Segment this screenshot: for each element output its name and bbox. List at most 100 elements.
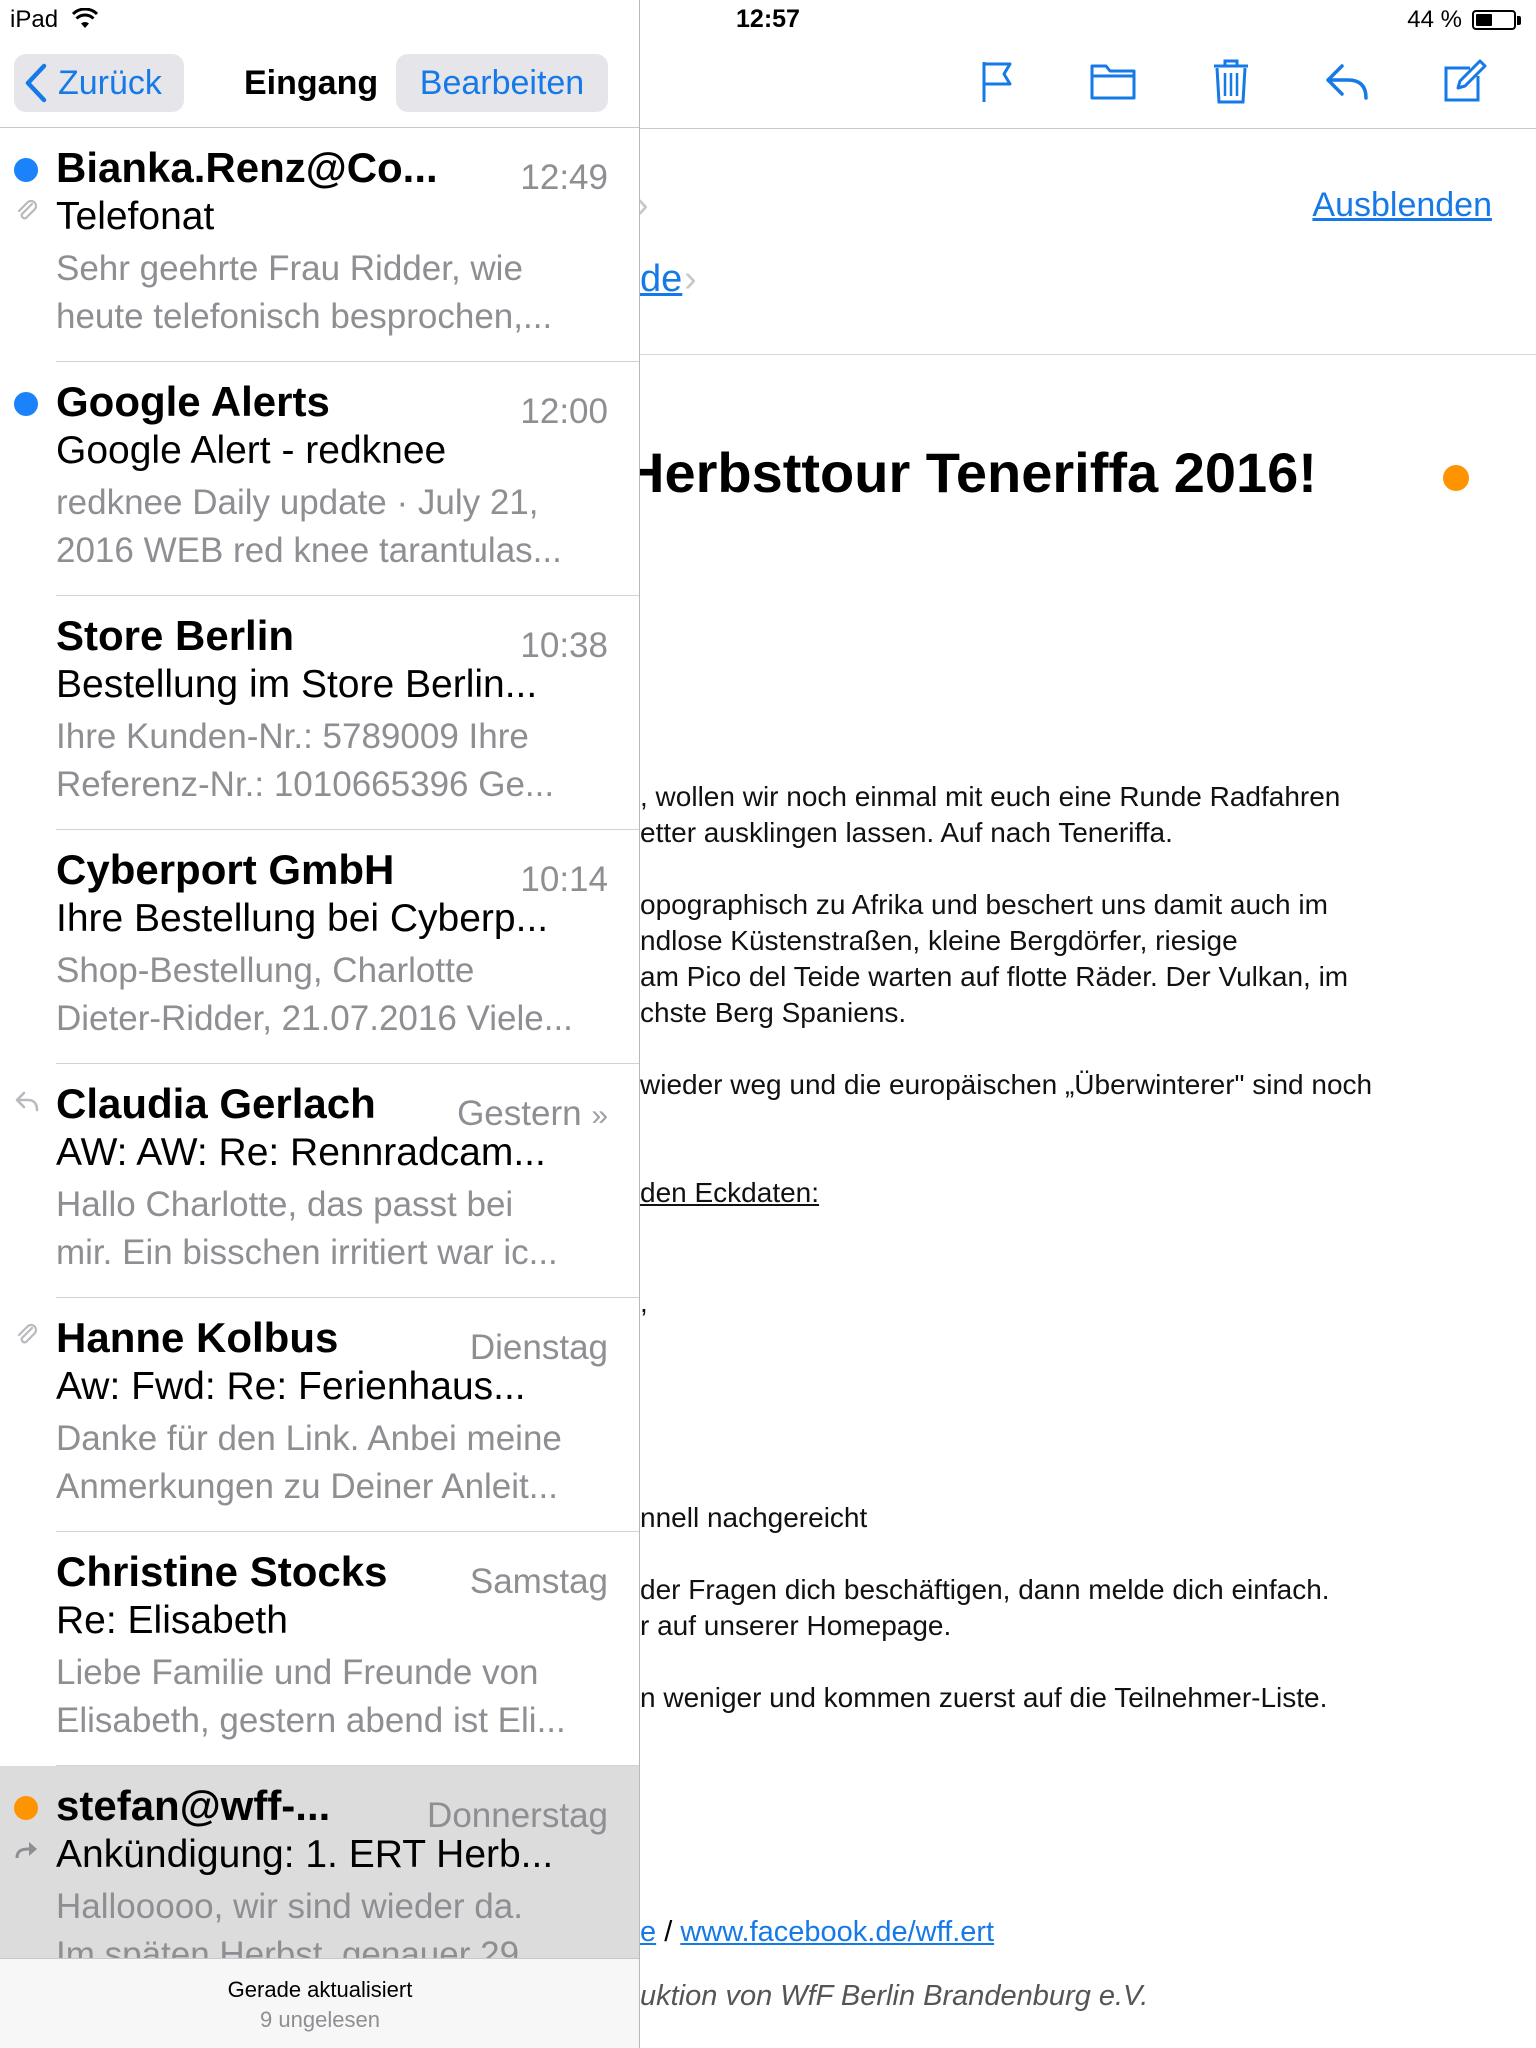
thread-chevron-icon: » — [591, 1099, 608, 1132]
chevron-right-icon[interactable]: › — [684, 258, 697, 301]
mail-list-item[interactable]: Google Alerts 12:00 Google Alert - redknee… — [0, 362, 639, 596]
chevron-left-icon — [25, 63, 47, 103]
mail-preview-line: Sehr geehrte Frau Ridder, wie — [56, 249, 523, 288]
mail-list-item[interactable]: Christine Stocks Samstag Re: Elisabeth Lieb… — [0, 1532, 639, 1766]
mail-preview-line: Dieter-Ridder, 21.07.2016 Viele... — [56, 999, 573, 1038]
mail-time-label: Gestern — [457, 1094, 582, 1133]
mail-time-label: 10:38 — [520, 626, 608, 665]
forwarded-icon — [14, 1836, 40, 1862]
mail-preview-line: Shop-Bestellung, Charlotte — [56, 951, 475, 990]
mail-preview: Sehr geehrte Frau Ridder, wie heute telef… — [56, 245, 616, 341]
mail-list-item[interactable]: Cyberport GmbH 10:14 Ihre Bestellung bei C… — [0, 830, 639, 1064]
status-bar: iPad 12:57 44 % — [0, 0, 1536, 40]
mail-time: 12:00 — [520, 392, 608, 432]
mail-time: Samstag — [470, 1562, 608, 1602]
mail-time-label: Donnerstag — [427, 1796, 608, 1835]
mail-preview: Danke für den Link. Anbei meine Anmerkung… — [56, 1415, 616, 1511]
mail-subject: Bestellung im Store Berlin... — [56, 663, 538, 706]
mail-preview-line: Danke für den Link. Anbei meine — [56, 1419, 562, 1458]
body-line: r auf unserer Homepage. — [640, 1610, 952, 1641]
paperclip-icon — [14, 1322, 40, 1348]
mail-preview-line: Liebe Familie und Freunde von — [56, 1653, 539, 1692]
body-line: den Eckdaten: — [640, 1177, 820, 1208]
mail-subject: Google Alert - redknee — [56, 429, 447, 472]
body-line: wieder weg und die europäischen „Überwin… — [640, 1069, 1373, 1100]
mail-time-label: 10:14 — [520, 860, 608, 899]
mail-sender: Claudia Gerlach — [56, 1080, 376, 1127]
link-separator: / — [656, 1916, 681, 1948]
mail-preview-line: heute telefonisch besprochen,... — [56, 297, 553, 336]
message-detail-pane: › Ausblenden de › Herbsttour Teneriffa 2… — [640, 0, 1536, 2048]
body-line: am Pico del Teide warten auf flotte Räde… — [640, 961, 1349, 992]
flag-icon[interactable] — [974, 56, 1024, 106]
mail-time: 10:14 — [520, 860, 608, 900]
body-line: , — [640, 1287, 648, 1318]
battery-percent: 44 % — [1407, 6, 1462, 33]
mail-list-item[interactable]: Claudia Gerlach Gestern » AW: AW: Re: Renn… — [0, 1064, 639, 1298]
homepage-link[interactable]: e — [640, 1916, 656, 1948]
compose-icon[interactable] — [1440, 56, 1490, 106]
replied-icon — [14, 1088, 40, 1114]
facebook-link[interactable]: www.facebook.de/wff.ert — [680, 1916, 994, 1948]
trash-icon[interactable] — [1206, 56, 1256, 106]
mail-preview-line: 2016 WEB red knee tarantulas... — [56, 531, 562, 570]
clock: 12:57 — [736, 5, 800, 33]
flag-dot-icon — [14, 1796, 38, 1820]
battery-icon — [1472, 10, 1521, 30]
mail-preview-line: Hallooooo, wir sind wieder da. — [56, 1887, 523, 1926]
body-line: ndlose Küstenstraßen, kleine Bergdörfer,… — [640, 925, 1238, 956]
mail-subject: Aw: Fwd: Re: Ferienhaus... — [56, 1365, 526, 1408]
mail-preview-line: redknee Daily update · July 21, — [56, 483, 539, 522]
mail-list-item[interactable]: Bianka.Renz@Co... 12:49 Telefonat Sehr geeh… — [0, 128, 639, 362]
body-line: n weniger und kommen zuerst auf die Teil… — [640, 1682, 1328, 1713]
back-button[interactable]: Zurück — [14, 54, 184, 112]
folder-icon[interactable] — [1088, 56, 1138, 106]
unread-dot-icon — [14, 392, 38, 416]
mailbox-pane: Zurück Eingang Bearbeiten Bianka.Renz@Co… — [0, 0, 640, 2048]
mail-sender: Hanne Kolbus — [56, 1314, 339, 1361]
header-divider — [640, 354, 1536, 355]
mail-sender: Store Berlin — [56, 612, 295, 659]
mail-list-item[interactable]: stefan@wff-... Donnerstag Ankündigung: 1. … — [0, 1766, 639, 1958]
mail-preview-line: mir. Ein bisschen irritiert war ic... — [56, 1233, 558, 1272]
body-line: opographisch zu Afrika und beschert uns … — [640, 889, 1328, 920]
recipient-link[interactable]: de — [640, 258, 682, 301]
mail-subject: Telefonat — [56, 195, 215, 238]
mail-preview-line: Anmerkungen zu Deiner Anleit... — [56, 1467, 558, 1506]
mail-preview-line: Ihre Kunden-Nr.: 5789009 Ihre — [56, 717, 529, 756]
edit-button[interactable]: Bearbeiten — [396, 54, 608, 112]
mailbox-status-bar: Gerade aktualisiert 9 ungelesen — [0, 1958, 639, 2048]
mail-subject: Re: Elisabeth — [56, 1599, 288, 1642]
mail-sender: Bianka.Renz@Co... — [56, 144, 438, 191]
mail-time: 10:38 — [520, 626, 608, 666]
hide-details-link[interactable]: Ausblenden — [1312, 186, 1492, 225]
mail-preview-line: Im späten Herbst, genauer 29.... — [56, 1935, 558, 1958]
mail-time-label: 12:00 — [520, 392, 608, 431]
mail-time: Gestern » — [457, 1094, 608, 1134]
paperclip-icon — [14, 198, 40, 224]
body-line: , wollen wir noch einmal mit euch eine R… — [640, 781, 1341, 812]
mail-preview-line: Hallo Charlotte, das passt bei — [56, 1185, 514, 1224]
mail-sender: Christine Stocks — [56, 1548, 388, 1595]
unread-count: 9 ungelesen — [260, 2007, 380, 2032]
mailbox-title: Eingang — [244, 64, 379, 102]
mail-time: 12:49 — [520, 158, 608, 198]
mail-time: Donnerstag — [427, 1796, 608, 1836]
chevron-right-icon[interactable]: › — [640, 184, 649, 227]
update-status: Gerade aktualisiert — [227, 1977, 413, 2002]
reply-icon[interactable] — [1322, 56, 1372, 106]
body-line: der Fragen dich beschäftigen, dann melde… — [640, 1574, 1330, 1605]
back-label: Zurück — [58, 64, 162, 102]
footer-links: e / www.facebook.de/wff.ert — [640, 1916, 994, 1949]
mail-preview: Hallo Charlotte, das passt bei mir. Ein b… — [56, 1181, 616, 1277]
mail-time-label: 12:49 — [520, 158, 608, 197]
mail-preview-line: Referenz-Nr.: 1010665396 Ge... — [56, 765, 555, 804]
mail-list-item[interactable]: Hanne Kolbus Dienstag Aw: Fwd: Re: Ferienh… — [0, 1298, 639, 1532]
body-line: etter ausklingen lassen. Auf nach Teneri… — [640, 817, 1173, 848]
mail-time-label: Samstag — [469, 1562, 608, 1601]
mail-time: Dienstag — [470, 1328, 608, 1368]
mail-list: Bianka.Renz@Co... 12:49 Telefonat Sehr geeh… — [0, 128, 639, 1958]
unread-dot-icon — [14, 158, 38, 182]
mail-list-item[interactable]: Store Berlin 10:38 Bestellung im Store Ber… — [0, 596, 639, 830]
mail-sender: Google Alerts — [56, 378, 330, 425]
